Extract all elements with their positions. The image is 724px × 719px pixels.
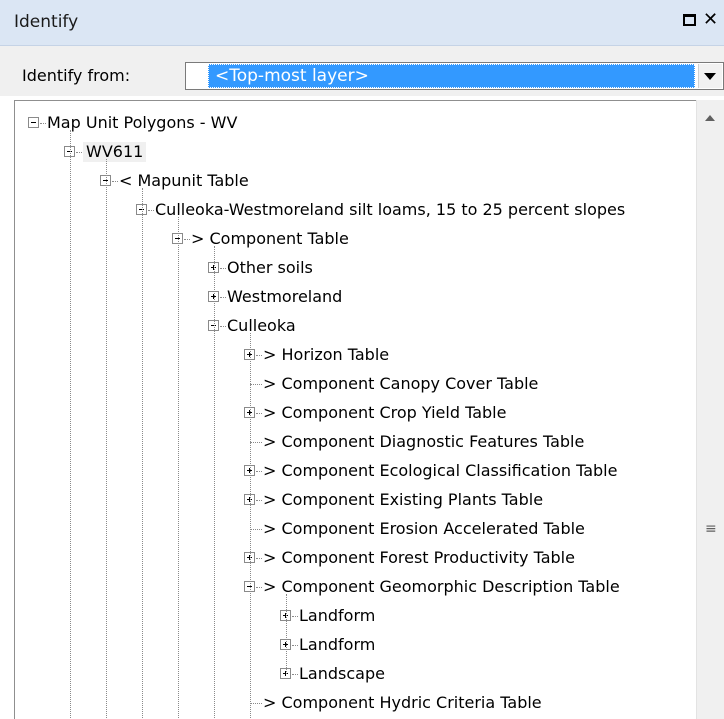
tree-connector bbox=[286, 594, 287, 674]
tree-node-label: < Mapunit Table bbox=[119, 171, 249, 190]
tree-node-label: Culleoka bbox=[227, 316, 296, 335]
tree-node[interactable]: > Component Canopy Cover Table bbox=[15, 370, 695, 399]
tree-connector bbox=[292, 674, 298, 675]
tree-node-label: Landform bbox=[299, 635, 376, 654]
tree-connector bbox=[250, 333, 251, 719]
tree-connector bbox=[256, 355, 262, 356]
identify-from-selected: <Top-most layer> bbox=[208, 64, 695, 88]
tree-node[interactable]: Landform bbox=[15, 602, 695, 631]
tree-node-label: > Horizon Table bbox=[263, 345, 390, 364]
tree-node[interactable]: Map Unit Polygons - WV bbox=[15, 109, 695, 138]
tree-node[interactable]: Culleoka bbox=[15, 312, 695, 341]
tree-connector bbox=[292, 645, 298, 646]
tree-connector bbox=[256, 413, 262, 414]
tree-connector bbox=[70, 130, 71, 719]
tree-node[interactable]: < Mapunit Table bbox=[15, 167, 695, 196]
tree-node-label: > Component Diagnostic Features Table bbox=[263, 432, 585, 451]
tree-connector bbox=[256, 558, 262, 559]
tree-node-label: Landform bbox=[299, 606, 376, 625]
scrollbar-thumb[interactable]: ≡ bbox=[699, 130, 722, 719]
tree-connector bbox=[250, 384, 262, 385]
tree-node[interactable]: Landscape bbox=[15, 660, 695, 689]
tree-connector bbox=[256, 471, 262, 472]
identify-from-row: Identify from: <Top-most layer> bbox=[0, 46, 724, 96]
tree-node[interactable]: > Component Ecological Classification Ta… bbox=[15, 457, 695, 486]
tree-node[interactable]: > Component Forest Productivity Table bbox=[15, 544, 695, 573]
tree-node-label: Culleoka-Westmoreland silt loams, 15 to … bbox=[155, 200, 626, 219]
results-tree: Map Unit Polygons - WV WV611 < Mapunit Tab… bbox=[15, 101, 695, 719]
tree-node[interactable]: > Component Table bbox=[15, 225, 695, 254]
tree-node-label: Landscape bbox=[299, 664, 385, 683]
tree-connector bbox=[112, 181, 118, 182]
tree-connector bbox=[256, 587, 262, 588]
close-icon: ✕ bbox=[703, 9, 719, 30]
tree-node[interactable]: > Component Diagnostic Features Table bbox=[15, 428, 695, 457]
tree-node-label: > Component Existing Plants Table bbox=[263, 490, 544, 509]
tree-node[interactable]: > Component Crop Yield Table bbox=[15, 399, 695, 428]
tree-node-label: > Component Canopy Cover Table bbox=[263, 374, 539, 393]
scroll-grip-icon: ≡ bbox=[705, 521, 717, 537]
tree-node[interactable]: > Component Hydric Criteria Table bbox=[15, 689, 695, 718]
tree-connector bbox=[40, 123, 46, 124]
tree-connector bbox=[250, 703, 262, 704]
identify-from-dropdown[interactable]: <Top-most layer> bbox=[185, 62, 724, 90]
tree-node-label: Westmoreland bbox=[227, 287, 343, 306]
maximize-button[interactable] bbox=[680, 10, 700, 30]
maximize-icon bbox=[683, 14, 696, 26]
tree-node[interactable]: Landform bbox=[15, 631, 695, 660]
tree-node[interactable]: > Component Geomorphic Description Table bbox=[15, 573, 695, 602]
tree-node-label: > Component Hydric Criteria Table bbox=[263, 693, 542, 712]
tree-node[interactable]: Westmoreland bbox=[15, 283, 695, 312]
tree-node-label: > Component Crop Yield Table bbox=[263, 403, 507, 422]
vertical-scrollbar[interactable]: ≡ bbox=[696, 100, 724, 719]
results-tree-panel: Map Unit Polygons - WV WV611 < Mapunit Tab… bbox=[14, 100, 724, 719]
tree-connector bbox=[148, 210, 154, 211]
tree-node[interactable]: Other soils bbox=[15, 254, 695, 283]
tree-node[interactable]: > Horizon Table bbox=[15, 341, 695, 370]
tree-connector bbox=[76, 152, 82, 153]
tree-connector bbox=[184, 239, 190, 240]
collapse-icon[interactable] bbox=[28, 117, 39, 128]
tree-node[interactable]: > Component Existing Plants Table bbox=[15, 486, 695, 515]
tree-node-label: Other soils bbox=[227, 258, 313, 277]
tree-node-label: > Component Forest Productivity Table bbox=[263, 548, 575, 567]
identify-from-label: Identify from: bbox=[22, 66, 131, 85]
tree-node-label: > Component Geomorphic Description Table bbox=[263, 577, 620, 596]
tree-node-label: > Component Ecological Classification Ta… bbox=[263, 461, 618, 480]
close-button[interactable]: ✕ bbox=[703, 10, 724, 30]
tree-connector bbox=[250, 529, 262, 530]
tree-connector bbox=[220, 268, 226, 269]
tree-connector bbox=[292, 616, 298, 617]
window-title: Identify bbox=[14, 12, 79, 32]
title-bar: Identify ✕ bbox=[0, 0, 724, 46]
tree-node[interactable]: Culleoka-Westmoreland silt loams, 15 to … bbox=[15, 196, 695, 225]
tree-node[interactable]: WV611 bbox=[15, 138, 695, 167]
tree-connector bbox=[256, 500, 262, 501]
tree-connector bbox=[220, 326, 226, 327]
tree-node-label: > Component Erosion Accelerated Table bbox=[263, 519, 585, 538]
dropdown-arrow-icon[interactable] bbox=[698, 64, 722, 88]
tree-connector bbox=[142, 188, 143, 719]
tree-connector bbox=[250, 442, 262, 443]
scroll-up-icon[interactable] bbox=[697, 100, 724, 128]
tree-connector bbox=[106, 159, 107, 719]
tree-connector bbox=[214, 246, 215, 719]
tree-connector bbox=[178, 217, 179, 719]
tree-node-label: WV611 bbox=[83, 142, 147, 162]
tree-node-label: Map Unit Polygons - WV bbox=[47, 113, 238, 132]
tree-node[interactable]: > Component Erosion Accelerated Table bbox=[15, 515, 695, 544]
tree-connector bbox=[220, 297, 226, 298]
